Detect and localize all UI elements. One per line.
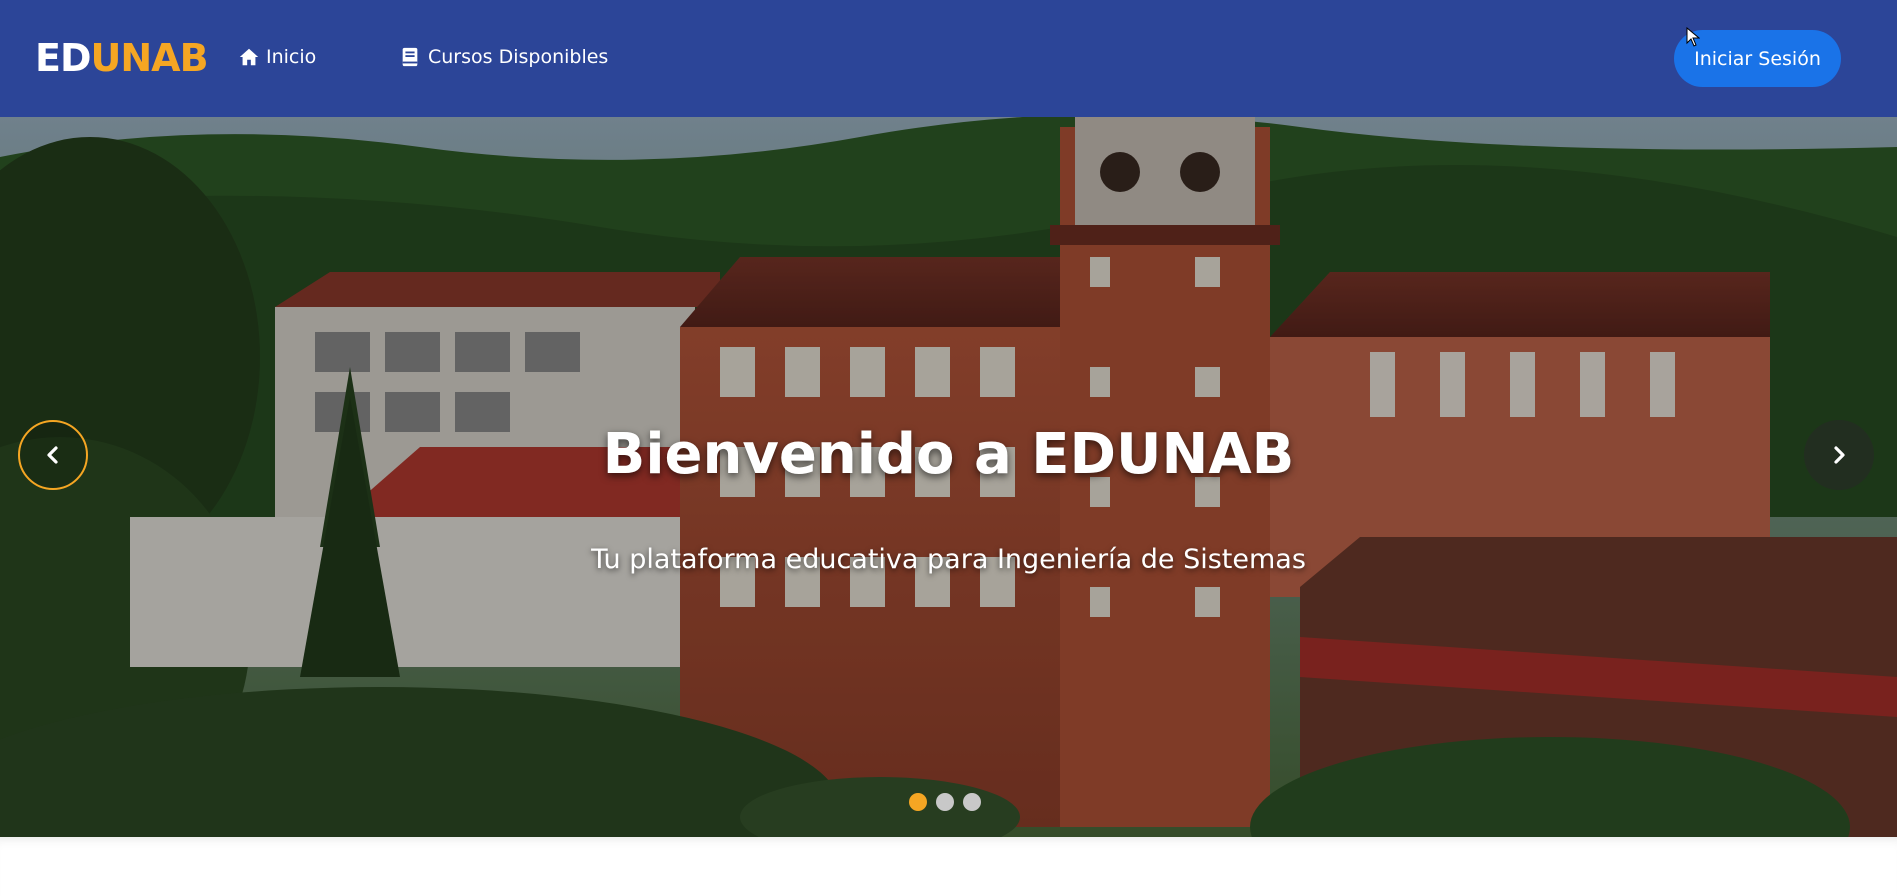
carousel-prev-button[interactable] [18,420,88,490]
book-icon [400,46,422,68]
nav-link-cursos-label: Cursos Disponibles [428,46,609,68]
hero-carousel: Bienvenido a EDUNAB Tu plataforma educat… [0,117,1897,837]
chevron-right-icon [1834,446,1845,464]
mouse-cursor-icon [1686,27,1700,47]
carousel-indicator-3[interactable] [963,793,981,811]
hero-title: Bienvenido a EDUNAB [602,421,1295,487]
brand-logo[interactable]: EDUNAB [35,34,209,82]
carousel-indicator-2[interactable] [936,793,954,811]
brand-logo-part-ed: ED [35,36,92,80]
carousel-indicators [909,793,981,811]
top-navbar: EDUNAB Inicio Cursos Disponibles Iniciar… [0,0,1897,117]
chevron-left-icon [47,446,58,464]
content-section [0,837,1897,896]
hero-subtitle: Tu plataforma educativa para Ingeniería … [591,544,1306,575]
carousel-next-button[interactable] [1804,420,1874,490]
home-icon [238,46,260,68]
nav-link-inicio-label: Inicio [266,46,317,68]
brand-logo-part-unab: UNAB [90,36,209,80]
nav-link-inicio[interactable]: Inicio [238,44,316,70]
carousel-indicator-1[interactable] [909,793,927,811]
nav-link-cursos-disponibles[interactable]: Cursos Disponibles [400,44,608,70]
